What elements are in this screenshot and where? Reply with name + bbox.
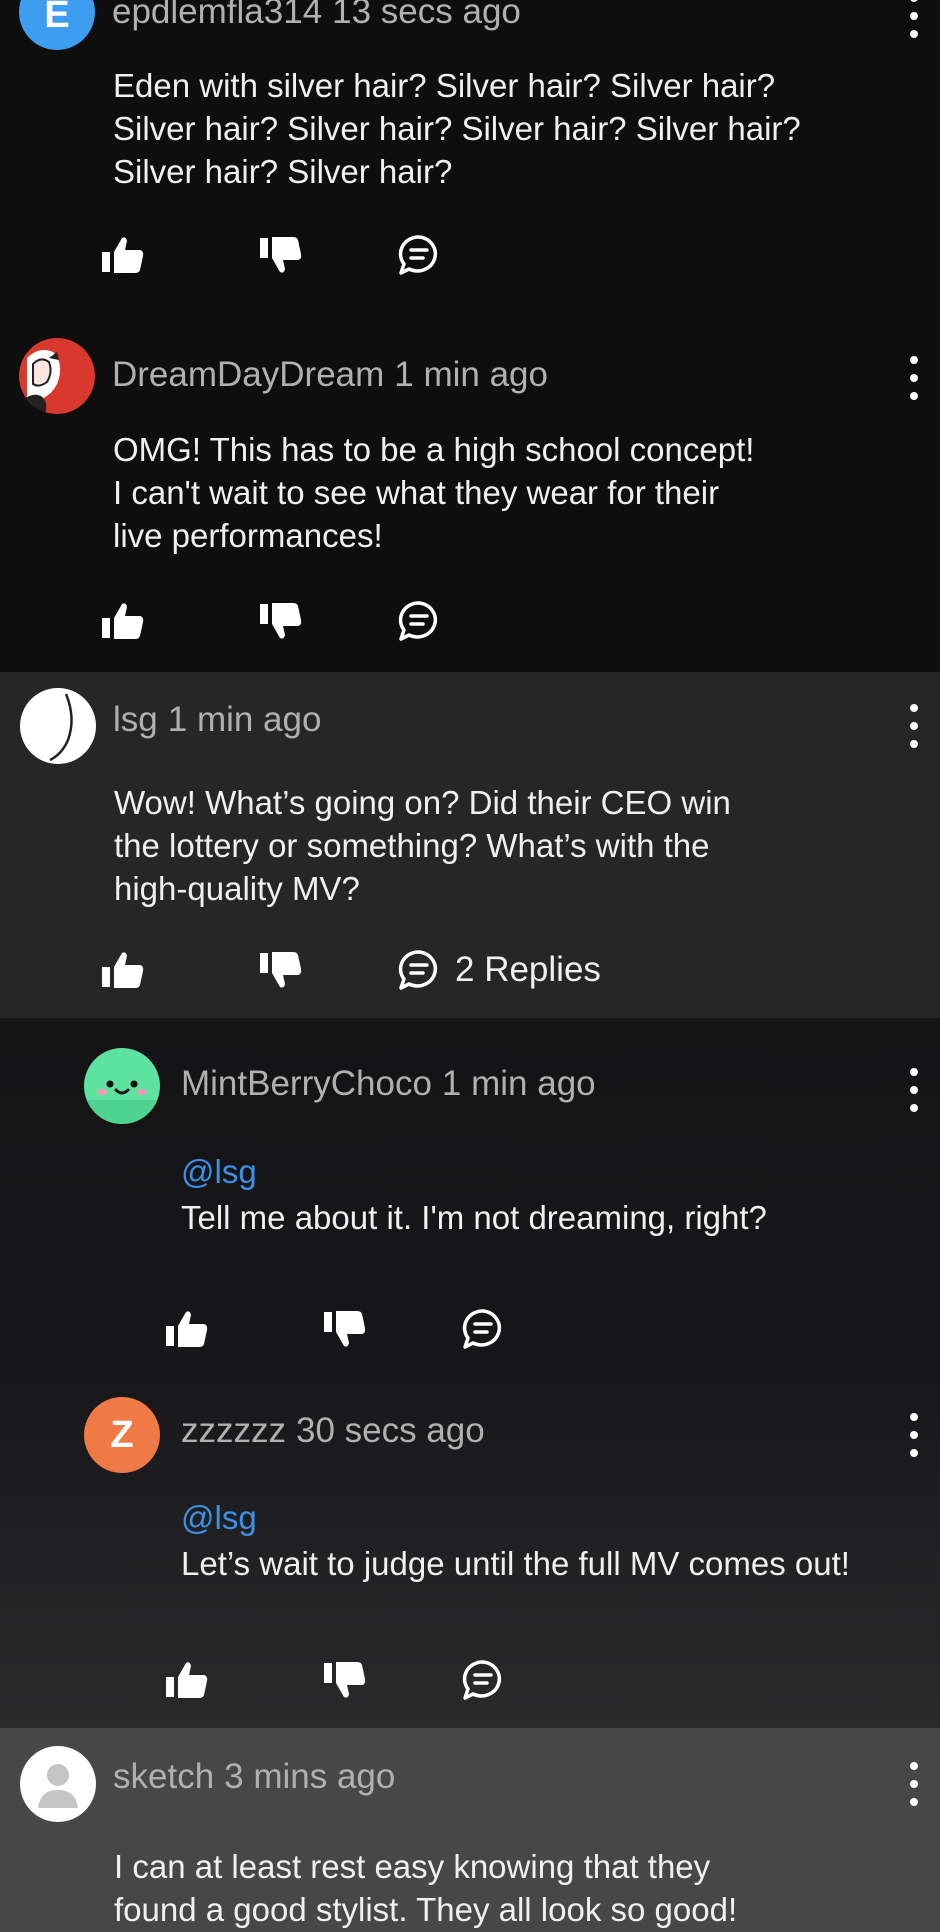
timestamp: 3 mins ago [224, 1757, 396, 1796]
comment-bubble-icon [462, 1660, 501, 1700]
timestamp: 1 min ago [167, 700, 322, 739]
username[interactable]: sketch [113, 1757, 214, 1796]
like-button[interactable] [100, 596, 146, 646]
like-button[interactable] [164, 1304, 210, 1354]
thumbs-up-icon [102, 237, 144, 273]
more-options-icon[interactable] [904, 0, 924, 38]
comment-line: I can't wait to see what they wear for t… [113, 474, 720, 511]
dislike-button[interactable] [322, 1304, 368, 1354]
comment-text: Let’s wait to judge until the full MV co… [181, 1542, 940, 1585]
comment-actions [164, 1655, 764, 1705]
comment-line: OMG! This has to be a high school concep… [113, 431, 755, 468]
timestamp: 1 min ago [441, 1064, 596, 1103]
comment-text: Tell me about it. I'm not dreaming, righ… [181, 1196, 940, 1239]
like-button[interactable] [100, 230, 146, 280]
comment-bubble-icon [398, 950, 437, 990]
comment-header: lsg 1 min ago [113, 700, 321, 740]
reply-button[interactable] [461, 1655, 505, 1705]
reply-button[interactable] [397, 230, 441, 280]
dislike-button[interactable] [258, 945, 304, 995]
thumbs-down-icon [260, 952, 302, 988]
username[interactable]: zzzzzz [181, 1411, 286, 1450]
more-options-icon[interactable] [904, 356, 924, 400]
dislike-button[interactable] [258, 230, 304, 280]
reply-button[interactable] [461, 1304, 505, 1354]
more-options-icon[interactable] [904, 1413, 924, 1457]
thumbs-up-icon [166, 1662, 208, 1698]
comment-line: Tell me about it. I'm not dreaming, righ… [181, 1199, 767, 1236]
comment-actions: 2 Replies [100, 945, 700, 995]
comment-line: Let’s wait to judge until the full MV co… [181, 1545, 850, 1582]
comment-line: Silver hair? Silver hair? Silver hair? S… [113, 110, 801, 147]
comment-header: sketch 3 mins ago [113, 1757, 395, 1797]
comment-line: Eden with silver hair? Silver hair? Silv… [113, 67, 776, 104]
timestamp: 30 secs ago [296, 1411, 485, 1450]
avatar-letter: Z [110, 1413, 134, 1456]
more-options-icon[interactable] [904, 1762, 924, 1806]
comment-header: zzzzzz 30 secs ago [181, 1411, 485, 1451]
comment-line: I can at least rest easy knowing that th… [114, 1848, 711, 1885]
user-avatar[interactable]: Z [84, 1397, 160, 1473]
comment-bubble-icon [398, 601, 437, 641]
comment-line: high-quality MV? [114, 870, 360, 907]
thumbs-down-icon [260, 237, 302, 273]
thumbs-down-icon [260, 603, 302, 639]
like-button[interactable] [164, 1655, 210, 1705]
more-options-icon[interactable] [904, 704, 924, 748]
mention-link[interactable]: @lsg [181, 1499, 257, 1537]
more-options-icon[interactable] [904, 1068, 924, 1112]
user-avatar[interactable] [20, 1746, 96, 1822]
replies-button[interactable]: 2 Replies [397, 945, 601, 995]
comment-line: the lottery or something? What’s with th… [114, 827, 710, 864]
comment-actions [100, 230, 700, 280]
like-button[interactable] [100, 945, 146, 995]
timestamp: 13 secs ago [332, 0, 521, 31]
comment-header: DreamDayDream 1 min ago [112, 355, 548, 395]
comment-bubble-icon [398, 235, 437, 275]
default-user-icon [38, 1764, 78, 1808]
comment-line: Wow! What’s going on? Did their CEO win [114, 784, 731, 821]
comment-text: I can at least rest easy knowing that th… [114, 1845, 914, 1931]
comment-line: live performances! [113, 517, 383, 554]
thumbs-down-icon [324, 1662, 366, 1698]
username[interactable]: epdlemfla314 [112, 0, 322, 31]
username[interactable]: MintBerryChoco [181, 1064, 432, 1103]
comment-text: Eden with silver hair? Silver hair? Silv… [113, 64, 913, 193]
comment-actions [100, 596, 700, 646]
comment-line: found a good stylist. They all look so g… [114, 1891, 738, 1928]
thumbs-up-icon [102, 952, 144, 988]
user-avatar[interactable] [84, 1048, 160, 1124]
reply-button[interactable] [397, 596, 441, 646]
username[interactable]: DreamDayDream [112, 355, 384, 394]
thumbs-up-icon [166, 1311, 208, 1347]
comment-line: Silver hair? Silver hair? [113, 153, 453, 190]
thumbs-down-icon [324, 1311, 366, 1347]
avatar-image [84, 1080, 160, 1124]
replies-count-label: 2 Replies [455, 950, 601, 989]
thumbs-up-icon [102, 603, 144, 639]
comment-header: epdlemfla314 13 secs ago [112, 0, 521, 32]
replies-section [0, 1018, 940, 1728]
comment-text: Wow! What’s going on? Did their CEO win … [114, 781, 914, 910]
avatar-image [49, 693, 73, 762]
avatar-image [19, 350, 61, 414]
username[interactable]: lsg [113, 700, 158, 739]
comment-actions [164, 1304, 764, 1354]
avatar-letter: E [44, 0, 70, 36]
dislike-button[interactable] [258, 596, 304, 646]
user-avatar[interactable] [19, 338, 95, 414]
comment-header: MintBerryChoco 1 min ago [181, 1064, 596, 1104]
comment-bubble-icon [462, 1309, 501, 1349]
dislike-button[interactable] [322, 1655, 368, 1705]
mention-link[interactable]: @lsg [181, 1153, 257, 1191]
timestamp: 1 min ago [394, 355, 548, 394]
comment-text: OMG! This has to be a high school concep… [113, 428, 913, 557]
user-avatar[interactable] [20, 688, 96, 764]
